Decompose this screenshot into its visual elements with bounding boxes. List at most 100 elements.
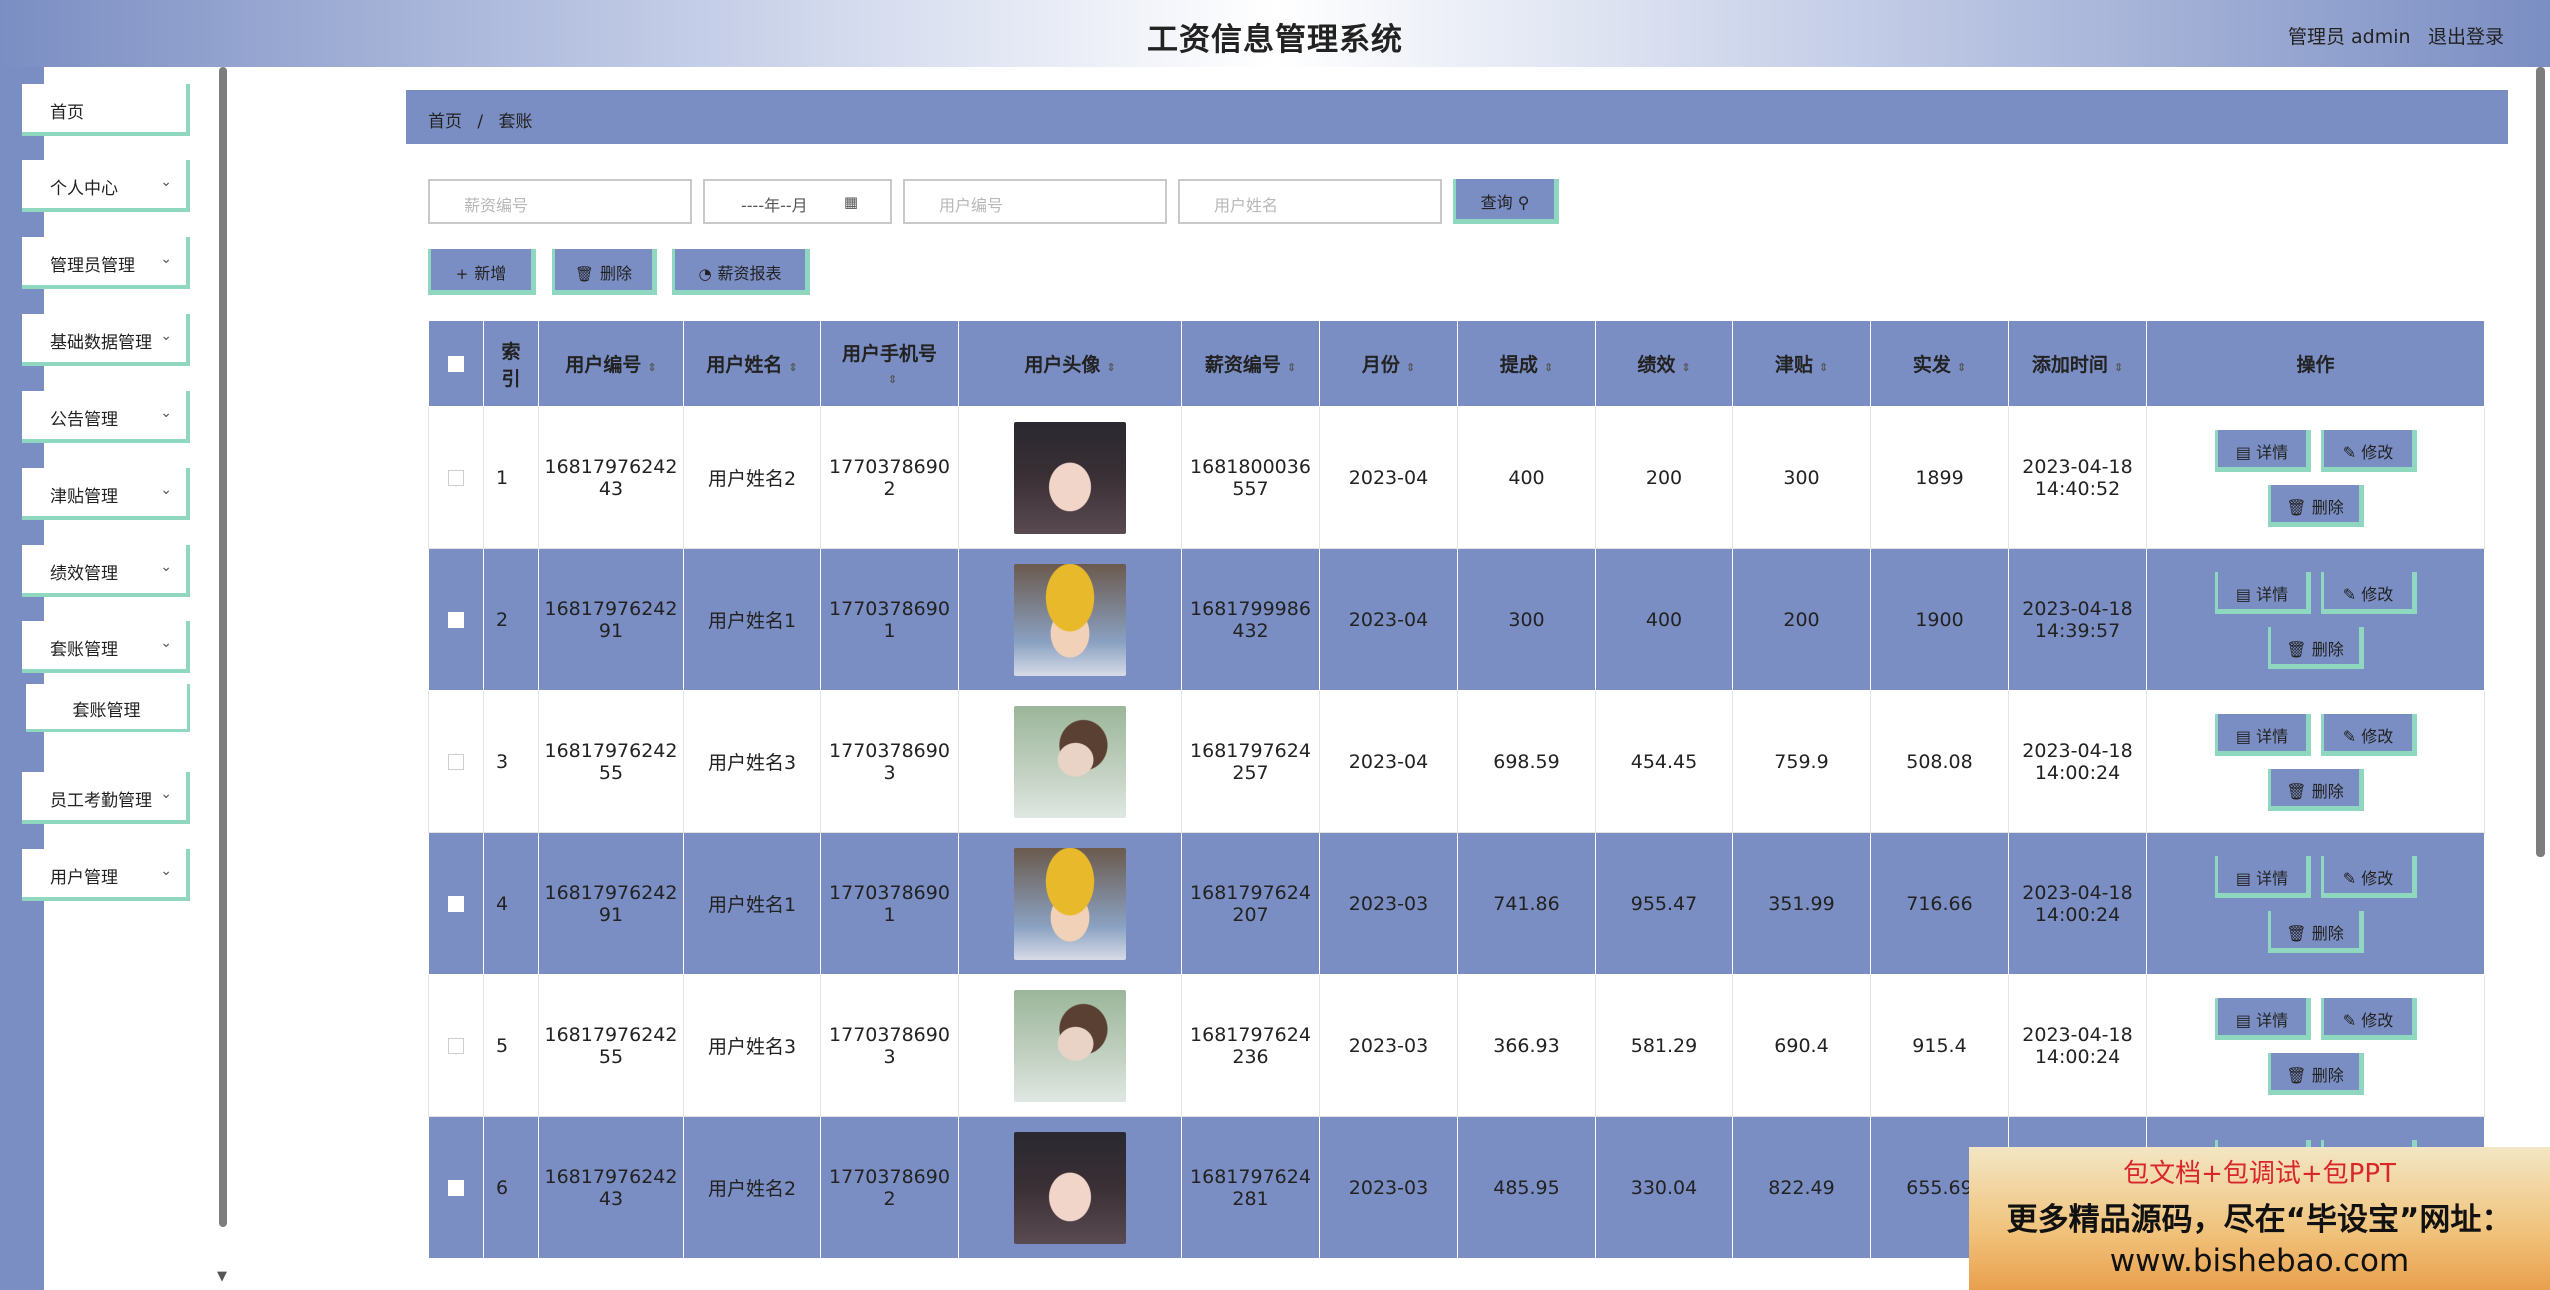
col-user-name[interactable]: 用户姓名 ⇕ (683, 320, 821, 407)
sort-icon[interactable]: ⇕ (1406, 362, 1415, 373)
row-checkbox[interactable] (448, 470, 464, 486)
user-no-input[interactable]: 用户编号 (903, 179, 1167, 224)
user-name-cell: 用户姓名3 (683, 974, 821, 1117)
delete-button[interactable]: 🗑 删除 (2268, 768, 2364, 811)
sidebar-item[interactable]: 公告管理 ⌄ (22, 391, 190, 443)
added-cell: 2023-04-18 14:00:24 (2008, 832, 2147, 975)
row-checkbox[interactable] (448, 1180, 464, 1196)
delete-button[interactable]: 🗑 删除 (2268, 484, 2364, 527)
detail-button[interactable]: ▤ 详情 (2215, 997, 2311, 1040)
sidebar-item[interactable]: 管理员管理 ⌄ (22, 237, 190, 289)
edit-button[interactable]: ✎ 修改 (2321, 713, 2417, 756)
col-month[interactable]: 月份 ⇕ (1319, 320, 1458, 407)
month-picker[interactable]: ----年--月 ▦ (703, 179, 892, 224)
salary-no-input[interactable]: 薪资编号 (428, 179, 692, 224)
sort-icon[interactable]: ⇕ (1819, 362, 1828, 373)
sort-icon[interactable]: ⇕ (647, 362, 656, 373)
sidebar-scroll-thumb[interactable] (219, 67, 227, 1227)
content-scrollbar[interactable] (2530, 67, 2550, 1290)
detail-button[interactable]: ▤ 详情 (2215, 429, 2311, 472)
col-performance[interactable]: 绩效 ⇕ (1595, 320, 1733, 407)
avatar-cell (958, 690, 1182, 833)
col-avatar[interactable]: 用户头像 ⇕ (958, 320, 1182, 407)
select-cell[interactable] (428, 690, 484, 833)
select-cell[interactable] (428, 548, 484, 691)
chevron-down-icon: ⌄ (160, 482, 172, 498)
paid-cell: 508.08 (1870, 690, 2009, 833)
delete-button[interactable]: 🗑 删除 (2268, 626, 2364, 669)
row-checkbox[interactable] (448, 612, 464, 628)
sidebar-item[interactable]: 基础数据管理 ⌄ (22, 314, 190, 366)
sort-icon[interactable]: ⇕ (888, 374, 897, 385)
table-row[interactable]: 3 16817976242 55 用户姓名3 1770378690 3 1681797624… (428, 690, 2485, 833)
edit-button[interactable]: ✎ 修改 (2321, 997, 2417, 1040)
delete-button[interactable]: 🗑 删除 (2268, 1052, 2364, 1095)
select-cell[interactable] (428, 832, 484, 975)
user-name-input[interactable]: 用户姓名 (1178, 179, 1442, 224)
salary-report-button[interactable]: ◔ 薪资报表 (672, 249, 810, 295)
table-row[interactable]: 5 16817976242 55 用户姓名3 1770378690 3 1681797624… (428, 974, 2485, 1117)
sidebar-item[interactable]: 绩效管理 ⌄ (22, 545, 190, 597)
table-row[interactable]: 4 16817976242 91 用户姓名1 1770378690 1 1681797624… (428, 832, 2485, 975)
batch-delete-button[interactable]: 🗑 删除 (552, 249, 657, 295)
col-salary-no[interactable]: 薪资编号 ⇕ (1181, 320, 1320, 407)
search-icon: ⚲ (1517, 193, 1530, 212)
sidebar-item[interactable]: 员工考勤管理 ⌄ (22, 772, 190, 824)
sidebar-subitem[interactable]: 套账管理 (26, 684, 190, 732)
edit-button[interactable]: ✎ 修改 (2321, 571, 2417, 614)
edit-button[interactable]: ✎ 修改 (2321, 855, 2417, 898)
sidebar-item[interactable]: 用户管理 ⌄ (22, 849, 190, 901)
ops-cell: ▤ 详情✎ 修改 🗑 删除 (2146, 406, 2485, 549)
delete-button[interactable]: 🗑 删除 (2268, 910, 2364, 953)
sidebar-item[interactable]: 个人中心 ⌄ (22, 160, 190, 212)
sidebar-scrollbar[interactable]: ▼ (216, 67, 230, 1290)
col-added[interactable]: 添加时间 ⇕ (2008, 320, 2147, 407)
phone-cell: 1770378690 1 (820, 548, 959, 691)
sidebar-item[interactable]: 首页 (22, 84, 190, 136)
select-cell[interactable] (428, 1116, 484, 1259)
select-cell[interactable] (428, 406, 484, 549)
detail-button[interactable]: ▤ 详情 (2215, 855, 2311, 898)
added-time: 14:00:24 (2034, 903, 2121, 926)
query-label: 查询 (1480, 193, 1513, 212)
col-commission[interactable]: 提成 ⇕ (1457, 320, 1596, 407)
col-allowance[interactable]: 津贴 ⇕ (1732, 320, 1871, 407)
row-index: 1 (496, 466, 509, 489)
sort-icon[interactable]: ⇕ (2114, 362, 2123, 373)
sort-icon[interactable]: ⇕ (1681, 362, 1690, 373)
scroll-down-arrow-icon[interactable]: ▼ (217, 1269, 227, 1284)
select-all-cell[interactable] (428, 320, 484, 407)
logout-link[interactable]: 退出登录 (2428, 22, 2504, 49)
detail-button[interactable]: ▤ 详情 (2215, 571, 2311, 614)
col-salary-no-label: 薪资编号 (1204, 354, 1281, 376)
sort-icon[interactable]: ⇕ (1287, 362, 1296, 373)
chevron-down-icon: ⌄ (160, 559, 172, 575)
sort-icon[interactable]: ⇕ (788, 362, 797, 373)
table-row[interactable]: 1 16817976242 43 用户姓名2 1770378690 2 1681800036… (428, 406, 2485, 549)
row-checkbox[interactable] (448, 754, 464, 770)
col-phone[interactable]: 用户手机号 ⇕ (820, 320, 959, 407)
select-cell[interactable] (428, 974, 484, 1117)
row-checkbox[interactable] (448, 896, 464, 912)
ops-cell: ▤ 详情✎ 修改 🗑 删除 (2146, 974, 2485, 1117)
row-checkbox[interactable] (448, 1038, 464, 1054)
content-scroll-thumb[interactable] (2536, 67, 2545, 857)
sort-icon[interactable]: ⇕ (1957, 362, 1966, 373)
sort-icon[interactable]: ⇕ (1106, 362, 1115, 373)
sidebar-item-label: 绩效管理 (50, 564, 118, 584)
col-user-no[interactable]: 用户编号 ⇕ (538, 320, 684, 407)
col-paid[interactable]: 实发 ⇕ (1870, 320, 2009, 407)
user-no-part1: 16817976242 (544, 597, 678, 620)
breadcrumb-home[interactable]: 首页 (428, 112, 462, 132)
salary-no-cell: 1681797624 281 (1181, 1116, 1320, 1259)
phone-part1: 1770378690 (829, 597, 950, 620)
sidebar-item[interactable]: 津贴管理 ⌄ (22, 468, 190, 520)
edit-button[interactable]: ✎ 修改 (2321, 429, 2417, 472)
detail-button[interactable]: ▤ 详情 (2215, 713, 2311, 756)
table-row[interactable]: 2 16817976242 91 用户姓名1 1770378690 1 1681799986… (428, 548, 2485, 691)
select-all-checkbox[interactable] (448, 356, 464, 372)
sidebar-item[interactable]: 套账管理 ⌄ (22, 621, 190, 673)
add-button[interactable]: + 新增 (428, 249, 536, 295)
sort-icon[interactable]: ⇕ (1544, 362, 1553, 373)
query-button[interactable]: 查询 ⚲ (1453, 179, 1559, 224)
